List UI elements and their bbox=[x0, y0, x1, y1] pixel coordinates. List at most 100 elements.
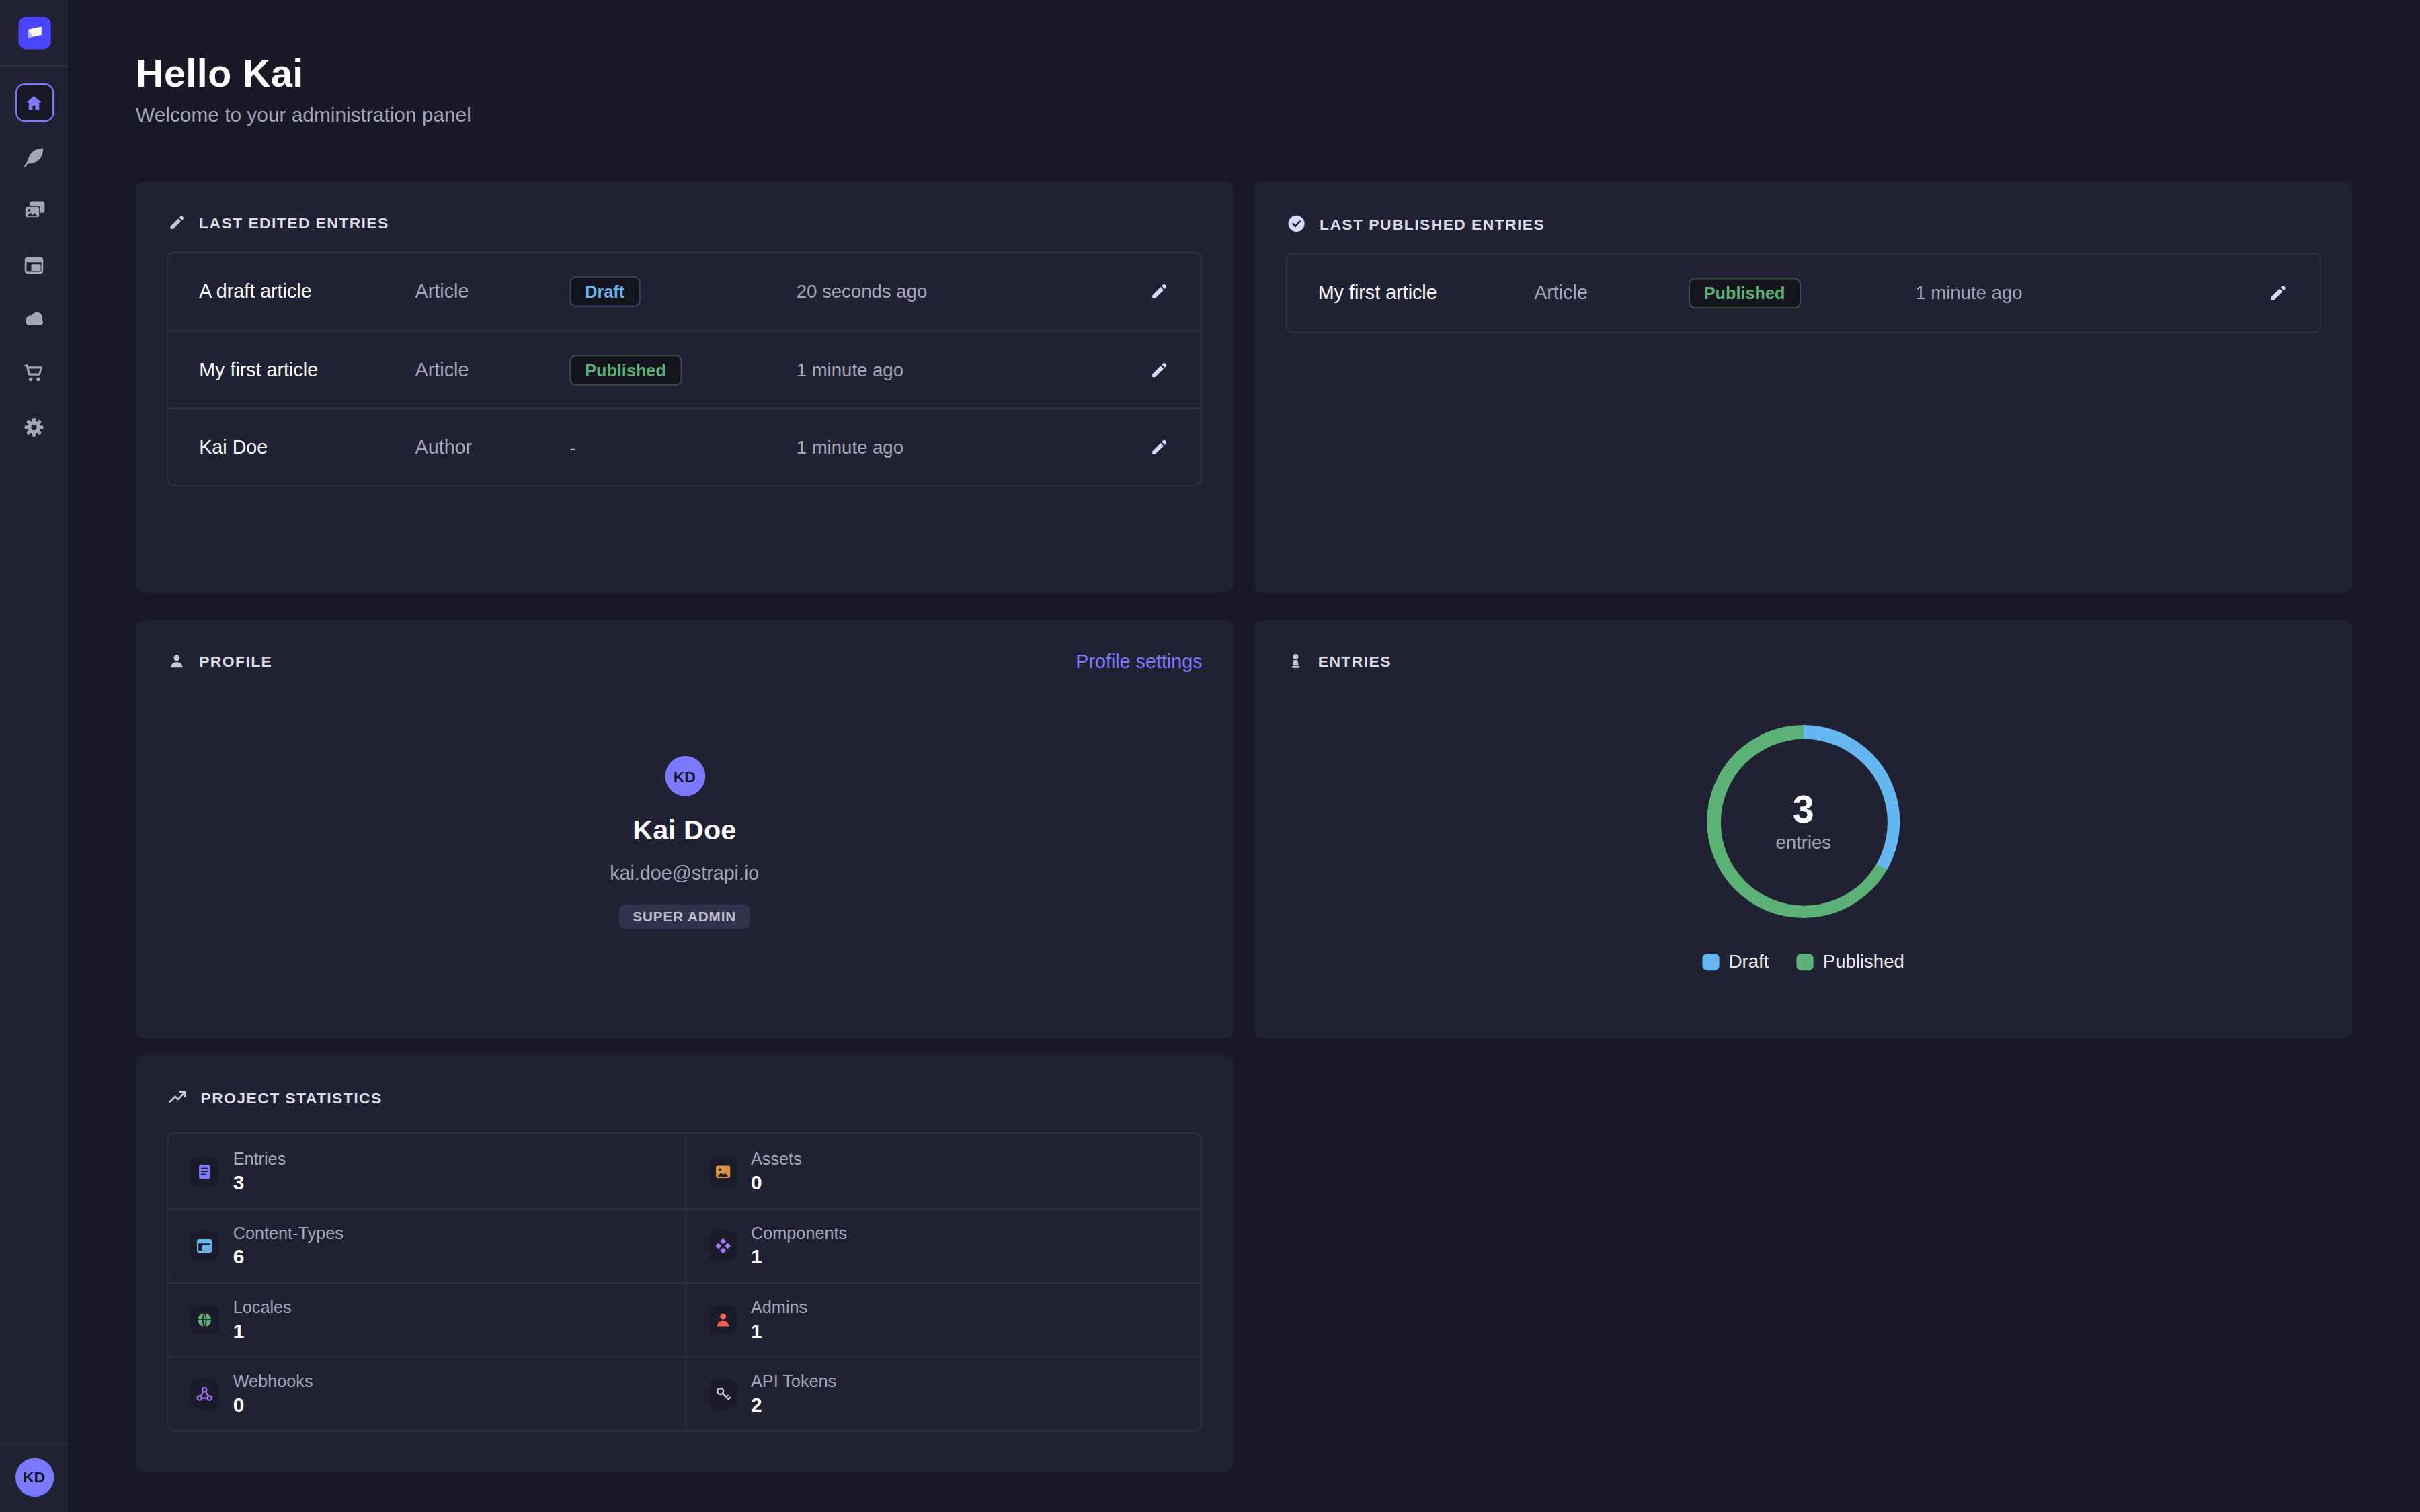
stat-value: 6 bbox=[233, 1245, 344, 1268]
pencil-icon bbox=[1148, 281, 1170, 302]
table-row: My first article Article Published 1 min… bbox=[1287, 255, 2320, 332]
status-badge: - bbox=[569, 437, 576, 459]
legend-label: Draft bbox=[1729, 950, 1769, 972]
edit-entry-button[interactable] bbox=[1130, 359, 1170, 380]
draft-swatch bbox=[1703, 953, 1720, 970]
key-icon bbox=[713, 1384, 733, 1404]
stat-value: 0 bbox=[233, 1393, 313, 1416]
sidebar-item-home[interactable] bbox=[15, 83, 53, 122]
legend-label: Published bbox=[1823, 950, 1904, 972]
stat-value: 1 bbox=[233, 1319, 292, 1342]
stat-locales: Locales1 bbox=[168, 1282, 684, 1356]
sidebar-divider-top bbox=[0, 65, 68, 66]
profile-settings-link[interactable]: Profile settings bbox=[1076, 651, 1202, 673]
legend-item-published: Published bbox=[1797, 950, 1904, 972]
stats-grid: Entries 3 Assets0 Content-Types6 Componen… bbox=[167, 1132, 1203, 1431]
trend-up-icon bbox=[167, 1086, 188, 1107]
table-row: Kai Doe Author - 1 minute ago bbox=[168, 407, 1201, 485]
stat-label: Entries bbox=[233, 1148, 286, 1167]
stat-label: Admins bbox=[751, 1298, 807, 1316]
entry-time: 1 minute ago bbox=[797, 359, 1130, 380]
card-title: PROFILE bbox=[199, 653, 272, 669]
stat-value: 1 bbox=[751, 1245, 847, 1268]
sidebar-bottom: KD bbox=[0, 1443, 68, 1512]
components-icon bbox=[713, 1236, 733, 1256]
profile-role-badge: SUPER ADMIN bbox=[619, 904, 750, 929]
status-badge: Draft bbox=[569, 276, 640, 307]
stat-assets: Assets0 bbox=[684, 1134, 1201, 1208]
entry-type: Article bbox=[1534, 282, 1689, 304]
published-swatch bbox=[1797, 953, 1814, 970]
stat-label: API Tokens bbox=[751, 1372, 836, 1390]
entry-name: A draft article bbox=[199, 281, 415, 302]
edit-entry-button[interactable] bbox=[1130, 281, 1170, 302]
strapi-logo[interactable] bbox=[17, 17, 50, 49]
sidebar-item-content-manager[interactable] bbox=[15, 137, 53, 175]
last-edited-table: A draft article Article Draft 20 seconds… bbox=[167, 251, 1203, 486]
sidebar-divider-bottom bbox=[0, 1443, 68, 1444]
profile-card: PROFILE Profile settings KD Kai Doe kai.… bbox=[136, 620, 1233, 1038]
entry-time: 20 seconds ago bbox=[797, 281, 1130, 302]
person-icon bbox=[167, 651, 187, 671]
sidebar-item-content-type-builder[interactable] bbox=[15, 245, 53, 284]
stat-entries: Entries 3 bbox=[168, 1134, 684, 1208]
table-row: My first article Article Published 1 min… bbox=[168, 330, 1201, 407]
legend-item-draft: Draft bbox=[1703, 950, 1769, 972]
profile-avatar: KD bbox=[664, 756, 704, 796]
stat-admins: Admins 1 bbox=[684, 1282, 1201, 1356]
strapi-dashboard: KD Hello Kai Welcome to your administrat… bbox=[0, 0, 2420, 1512]
sidebar-item-settings[interactable] bbox=[15, 407, 53, 446]
edit-entry-button[interactable] bbox=[2249, 282, 2289, 304]
pawn-icon bbox=[1286, 651, 1306, 671]
donut-label: entries bbox=[1775, 832, 1831, 853]
pictures-icon bbox=[21, 198, 47, 224]
entry-time: 1 minute ago bbox=[1915, 282, 2249, 304]
check-circle-icon bbox=[1286, 213, 1307, 235]
last-published-entries-card: LAST PUBLISHED ENTRIES My first article … bbox=[1255, 182, 2352, 593]
entry-name: My first article bbox=[199, 359, 415, 380]
entry-type: Article bbox=[415, 359, 570, 380]
page-subtitle: Welcome to your administration panel bbox=[136, 103, 2352, 126]
donut-chart: 3 entries bbox=[1707, 725, 1900, 918]
stat-value: 3 bbox=[233, 1170, 286, 1193]
stat-components: Components 1 bbox=[684, 1208, 1201, 1282]
sidebar-item-marketplace[interactable] bbox=[15, 353, 53, 392]
pencil-icon bbox=[167, 213, 187, 233]
entry-time: 1 minute ago bbox=[797, 436, 1130, 458]
last-edited-entries-card: LAST EDITED ENTRIES A draft article Arti… bbox=[136, 182, 1233, 593]
sidebar-item-media-library[interactable] bbox=[15, 192, 53, 230]
user-avatar[interactable]: KD bbox=[15, 1458, 53, 1497]
document-icon bbox=[194, 1161, 214, 1181]
pencil-icon bbox=[1148, 436, 1170, 458]
donut-total: 3 bbox=[1793, 790, 1814, 829]
chart-legend: Draft Published bbox=[1703, 950, 1904, 972]
stat-value: 2 bbox=[751, 1393, 836, 1416]
cloud-icon bbox=[21, 306, 47, 332]
gear-icon bbox=[22, 414, 46, 439]
entry-name: Kai Doe bbox=[199, 436, 415, 458]
image-icon bbox=[713, 1161, 733, 1181]
stat-webhooks: Webhooks 0 bbox=[168, 1356, 684, 1430]
sidebar-nav bbox=[15, 83, 53, 446]
entry-type: Author bbox=[415, 436, 570, 458]
entries-card: ENTRIES 3 entries Draft bbox=[1255, 620, 2352, 1038]
sidebar: KD bbox=[0, 0, 68, 1512]
edit-entry-button[interactable] bbox=[1130, 436, 1170, 458]
stat-label: Components bbox=[751, 1224, 847, 1243]
entries-chart: 3 entries Draft Published bbox=[1255, 725, 2352, 972]
status-badge: Published bbox=[1689, 278, 1801, 308]
main-content: Hello Kai Welcome to your administration… bbox=[68, 0, 2420, 1512]
stat-api-tokens: API Tokens 2 bbox=[684, 1356, 1201, 1430]
entry-name: My first article bbox=[1318, 282, 1534, 304]
table-row: A draft article Article Draft 20 seconds… bbox=[168, 253, 1201, 331]
project-statistics-card: PROJECT STATISTICS Entries3 Assets0 Cont… bbox=[136, 1055, 1233, 1472]
pencil-icon bbox=[2267, 282, 2289, 304]
globe-icon bbox=[194, 1310, 214, 1330]
pencil-icon bbox=[1148, 359, 1170, 380]
profile-name: Kai Doe bbox=[633, 814, 736, 847]
stat-content-types: Content-Types6 bbox=[168, 1208, 684, 1282]
stat-label: Webhooks bbox=[233, 1372, 313, 1390]
sidebar-item-cloud[interactable] bbox=[15, 299, 53, 337]
stat-value: 1 bbox=[751, 1319, 807, 1342]
last-published-table: My first article Article Published 1 min… bbox=[1286, 253, 2322, 333]
